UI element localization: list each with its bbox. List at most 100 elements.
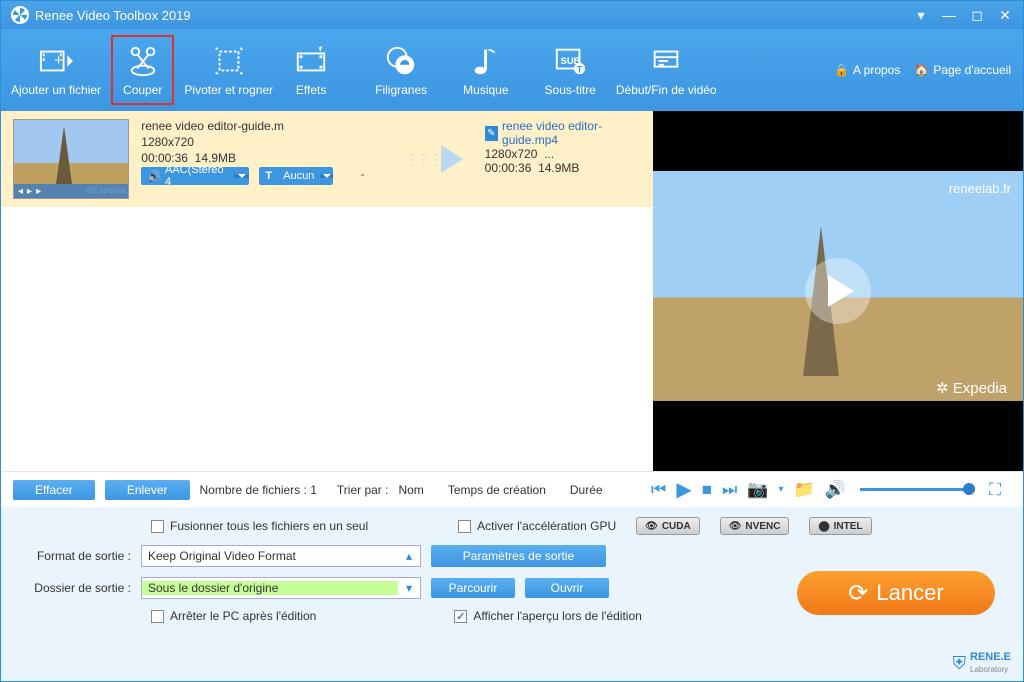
snapshot-dropdown[interactable]: ▾	[778, 484, 783, 495]
subtitle-button[interactable]: SUBT Sous-titre	[535, 35, 606, 105]
dropdown-button[interactable]: ▾	[907, 5, 935, 25]
add-file-button[interactable]: + Ajouter un fichier	[1, 35, 111, 105]
app-logo-icon	[11, 6, 29, 24]
mid-bar: Effacer Enlever Nombre de fichiers : 1 T…	[1, 471, 1023, 507]
effects-button[interactable]: Effets	[283, 35, 339, 105]
edit-icon[interactable]: ✎	[485, 126, 498, 141]
minimize-button[interactable]: —	[935, 5, 963, 25]
thumb-play-icon[interactable]: ▸	[27, 186, 32, 197]
sort-label: Trier par :	[337, 483, 389, 497]
play-button[interactable]: ▶	[676, 477, 691, 502]
tool-label: Filigranes	[375, 83, 427, 97]
out-filename: renee video editor-guide.mp4	[502, 119, 641, 147]
tool-label: Ajouter un fichier	[11, 83, 101, 97]
subtitle-icon: SUBT	[552, 43, 588, 79]
merge-checkbox[interactable]	[151, 520, 164, 533]
svg-text:+: +	[54, 52, 63, 69]
file-count-label: Nombre de fichiers : 1	[200, 483, 317, 497]
audio-chip[interactable]: 🔊AAC(Stereo 4	[141, 167, 249, 185]
close-button[interactable]: ✕	[991, 5, 1019, 25]
sort-name[interactable]: Nom	[398, 483, 423, 497]
in-resolution: 1280x720	[141, 135, 382, 149]
folder-label: Dossier de sortie :	[21, 581, 131, 595]
in-filename: renee video editor-guide.m	[141, 119, 382, 133]
brand-logo: ⛨ RENE.ELaboratory	[953, 651, 1011, 675]
about-link[interactable]: 🔒A propos	[834, 63, 900, 77]
thumb-prev-icon[interactable]: ◂	[18, 186, 23, 197]
browse-button[interactable]: Parcourir	[431, 578, 515, 598]
snapshot-button[interactable]: 📷	[747, 480, 768, 500]
home-icon: 🏠	[914, 63, 929, 77]
in-duration: 00:00:36	[141, 151, 188, 165]
chevron-down-icon: ▾	[398, 581, 420, 595]
gpu-label: Activer l'accélération GPU	[477, 519, 616, 533]
tool-label: Sous-titre	[545, 83, 596, 97]
home-link[interactable]: 🏠Page d'accueil	[914, 63, 1011, 77]
cut-icon	[125, 43, 161, 79]
gpu-checkbox[interactable]	[458, 520, 471, 533]
svg-text:T: T	[577, 64, 583, 75]
shutdown-checkbox[interactable]	[151, 610, 164, 623]
preview-checkbox[interactable]	[454, 610, 467, 623]
tool-label: Effets	[296, 83, 326, 97]
volume-slider[interactable]	[860, 488, 975, 491]
tool-label: Début/Fin de vidéo	[616, 83, 717, 97]
launch-button[interactable]: ⟳ Lancer	[797, 571, 995, 615]
start-end-button[interactable]: Début/Fin de vidéo	[606, 35, 727, 105]
video-thumbnail[interactable]: ✲Expedia ◂▸▸	[13, 119, 129, 199]
rotate-crop-button[interactable]: Pivoter et rogner	[174, 35, 283, 105]
sort-duration[interactable]: Durée	[570, 483, 603, 497]
settings-panel: Fusionner tous les fichiers en un seul A…	[1, 507, 1023, 681]
music-button[interactable]: Musique	[453, 35, 518, 105]
file-row[interactable]: ✲Expedia ◂▸▸ renee video editor-guide.m …	[1, 111, 653, 207]
preview-watermark: reneelab.fr	[949, 181, 1011, 196]
stop-button[interactable]: ■	[702, 480, 712, 500]
rotate-icon	[211, 43, 247, 79]
params-button[interactable]: Paramètres de sortie	[431, 545, 606, 567]
tool-label: Couper	[123, 83, 162, 97]
intel-badge: ⬤ INTEL	[809, 517, 871, 535]
shield-icon: ⛨	[953, 653, 967, 674]
out-size: 14.9MB	[538, 161, 579, 175]
remove-button[interactable]: Enlever	[105, 480, 190, 500]
app-title: Renee Video Toolbox 2019	[35, 8, 191, 23]
cut-button[interactable]: Couper	[111, 35, 174, 105]
preview-brand: ✲ Expedia	[936, 379, 1007, 397]
format-combo[interactable]: Keep Original Video Format▴	[141, 545, 421, 567]
lock-icon: 🔒	[834, 63, 849, 77]
thumb-next-icon[interactable]: ▸	[36, 186, 41, 197]
shutdown-label: Arrêter le PC après l'édition	[170, 609, 316, 623]
speaker-icon: 🔊	[147, 170, 161, 183]
preview-play-button[interactable]	[805, 258, 871, 324]
sort-time[interactable]: Temps de création	[448, 483, 546, 497]
in-size: 14.9MB	[195, 151, 236, 165]
title-bar: Renee Video Toolbox 2019 ▾ — ◻ ✕	[1, 1, 1023, 29]
refresh-icon: ⟳	[848, 579, 868, 608]
open-button[interactable]: Ouvrir	[525, 578, 609, 598]
watermark-button[interactable]: Filigranes	[365, 35, 437, 105]
volume-button[interactable]: 🔊	[825, 480, 846, 500]
next-button[interactable]: ⏭	[722, 480, 737, 500]
preview-label: Afficher l'aperçu lors de l'édition	[473, 609, 641, 623]
out-resolution: 1280x720	[485, 147, 538, 161]
arrow-icon: ⋮⋮⋮	[395, 119, 473, 199]
folder-button[interactable]: 📁	[794, 480, 815, 500]
tool-label: Musique	[463, 83, 508, 97]
main-toolbar: + Ajouter un fichier Couper Pivoter et r…	[1, 29, 1023, 111]
music-icon	[468, 43, 504, 79]
fullscreen-button[interactable]: ⛶	[989, 480, 1001, 500]
out-duration: 00:00:36	[485, 161, 532, 175]
clear-button[interactable]: Effacer	[13, 480, 95, 500]
startend-icon	[648, 43, 684, 79]
prev-button[interactable]: ⏮	[651, 480, 666, 500]
add-file-icon: +	[38, 43, 74, 79]
subtitle-chip[interactable]: T Aucun	[259, 167, 332, 185]
preview-panel: reneelab.fr ✲ Expedia	[653, 111, 1023, 471]
tool-label: Pivoter et rogner	[184, 83, 273, 97]
folder-combo[interactable]: Sous le dossier d'origine▾	[141, 577, 421, 599]
file-list: ✲Expedia ◂▸▸ renee video editor-guide.m …	[1, 111, 653, 471]
chevron-up-icon: ▴	[398, 549, 420, 563]
maximize-button[interactable]: ◻	[963, 5, 991, 25]
merge-label: Fusionner tous les fichiers en un seul	[170, 519, 368, 533]
playback-controls: ⏮ ▶ ■ ⏭ 📷 ▾ 📁 🔊 ⛶	[641, 477, 1011, 502]
